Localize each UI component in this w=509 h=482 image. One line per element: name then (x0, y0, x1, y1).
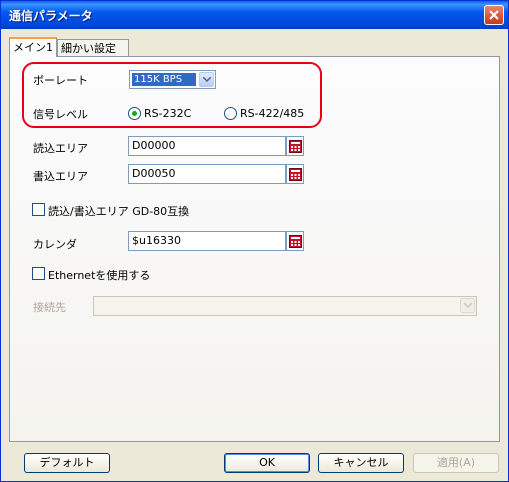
title-bar[interactable]: 通信パラメータ (1, 1, 508, 29)
destination-dropdown-button (460, 298, 475, 313)
gd80-compat-label[interactable]: 読込/書込エリア GD-80互換 (48, 203, 189, 219)
write-area-label: 書込エリア (33, 170, 88, 183)
destination-label: 接続先 (33, 301, 66, 314)
ethernet-label[interactable]: Ethernetを使用する (48, 267, 150, 283)
read-area-input[interactable]: D00000 (128, 136, 286, 156)
read-area-label: 読込エリア (33, 142, 88, 155)
cancel-button[interactable]: キャンセル (318, 453, 404, 473)
ethernet-checkbox[interactable] (32, 267, 45, 280)
apply-button: 適用(A) (413, 453, 499, 473)
calendar-calc-button[interactable] (286, 231, 304, 251)
tab-detail-settings[interactable]: 細かい設定 (57, 39, 129, 56)
calculator-icon (289, 168, 302, 181)
calendar-label: カレンダ (33, 238, 77, 251)
calculator-icon (289, 235, 302, 248)
close-button[interactable] (484, 5, 504, 25)
default-button[interactable]: デフォルト (24, 453, 110, 473)
calendar-input[interactable]: $u16330 (128, 231, 286, 251)
highlight-annotation (22, 62, 322, 128)
write-area-calc-button[interactable] (286, 164, 304, 184)
tab-detail-settings-label: 細かい設定 (61, 42, 116, 55)
tab-main1-label: メイン1 (13, 41, 53, 54)
calculator-icon (289, 140, 302, 153)
tab-main1[interactable]: メイン1 (9, 37, 57, 57)
chevron-down-icon (464, 303, 472, 308)
write-area-input[interactable]: D00050 (128, 164, 286, 184)
destination-select (93, 296, 477, 316)
read-area-calc-button[interactable] (286, 136, 304, 156)
ok-button[interactable]: OK (224, 453, 310, 473)
window-title: 通信パラメータ (9, 9, 93, 23)
close-icon (489, 10, 499, 20)
gd80-compat-checkbox[interactable] (32, 203, 45, 216)
